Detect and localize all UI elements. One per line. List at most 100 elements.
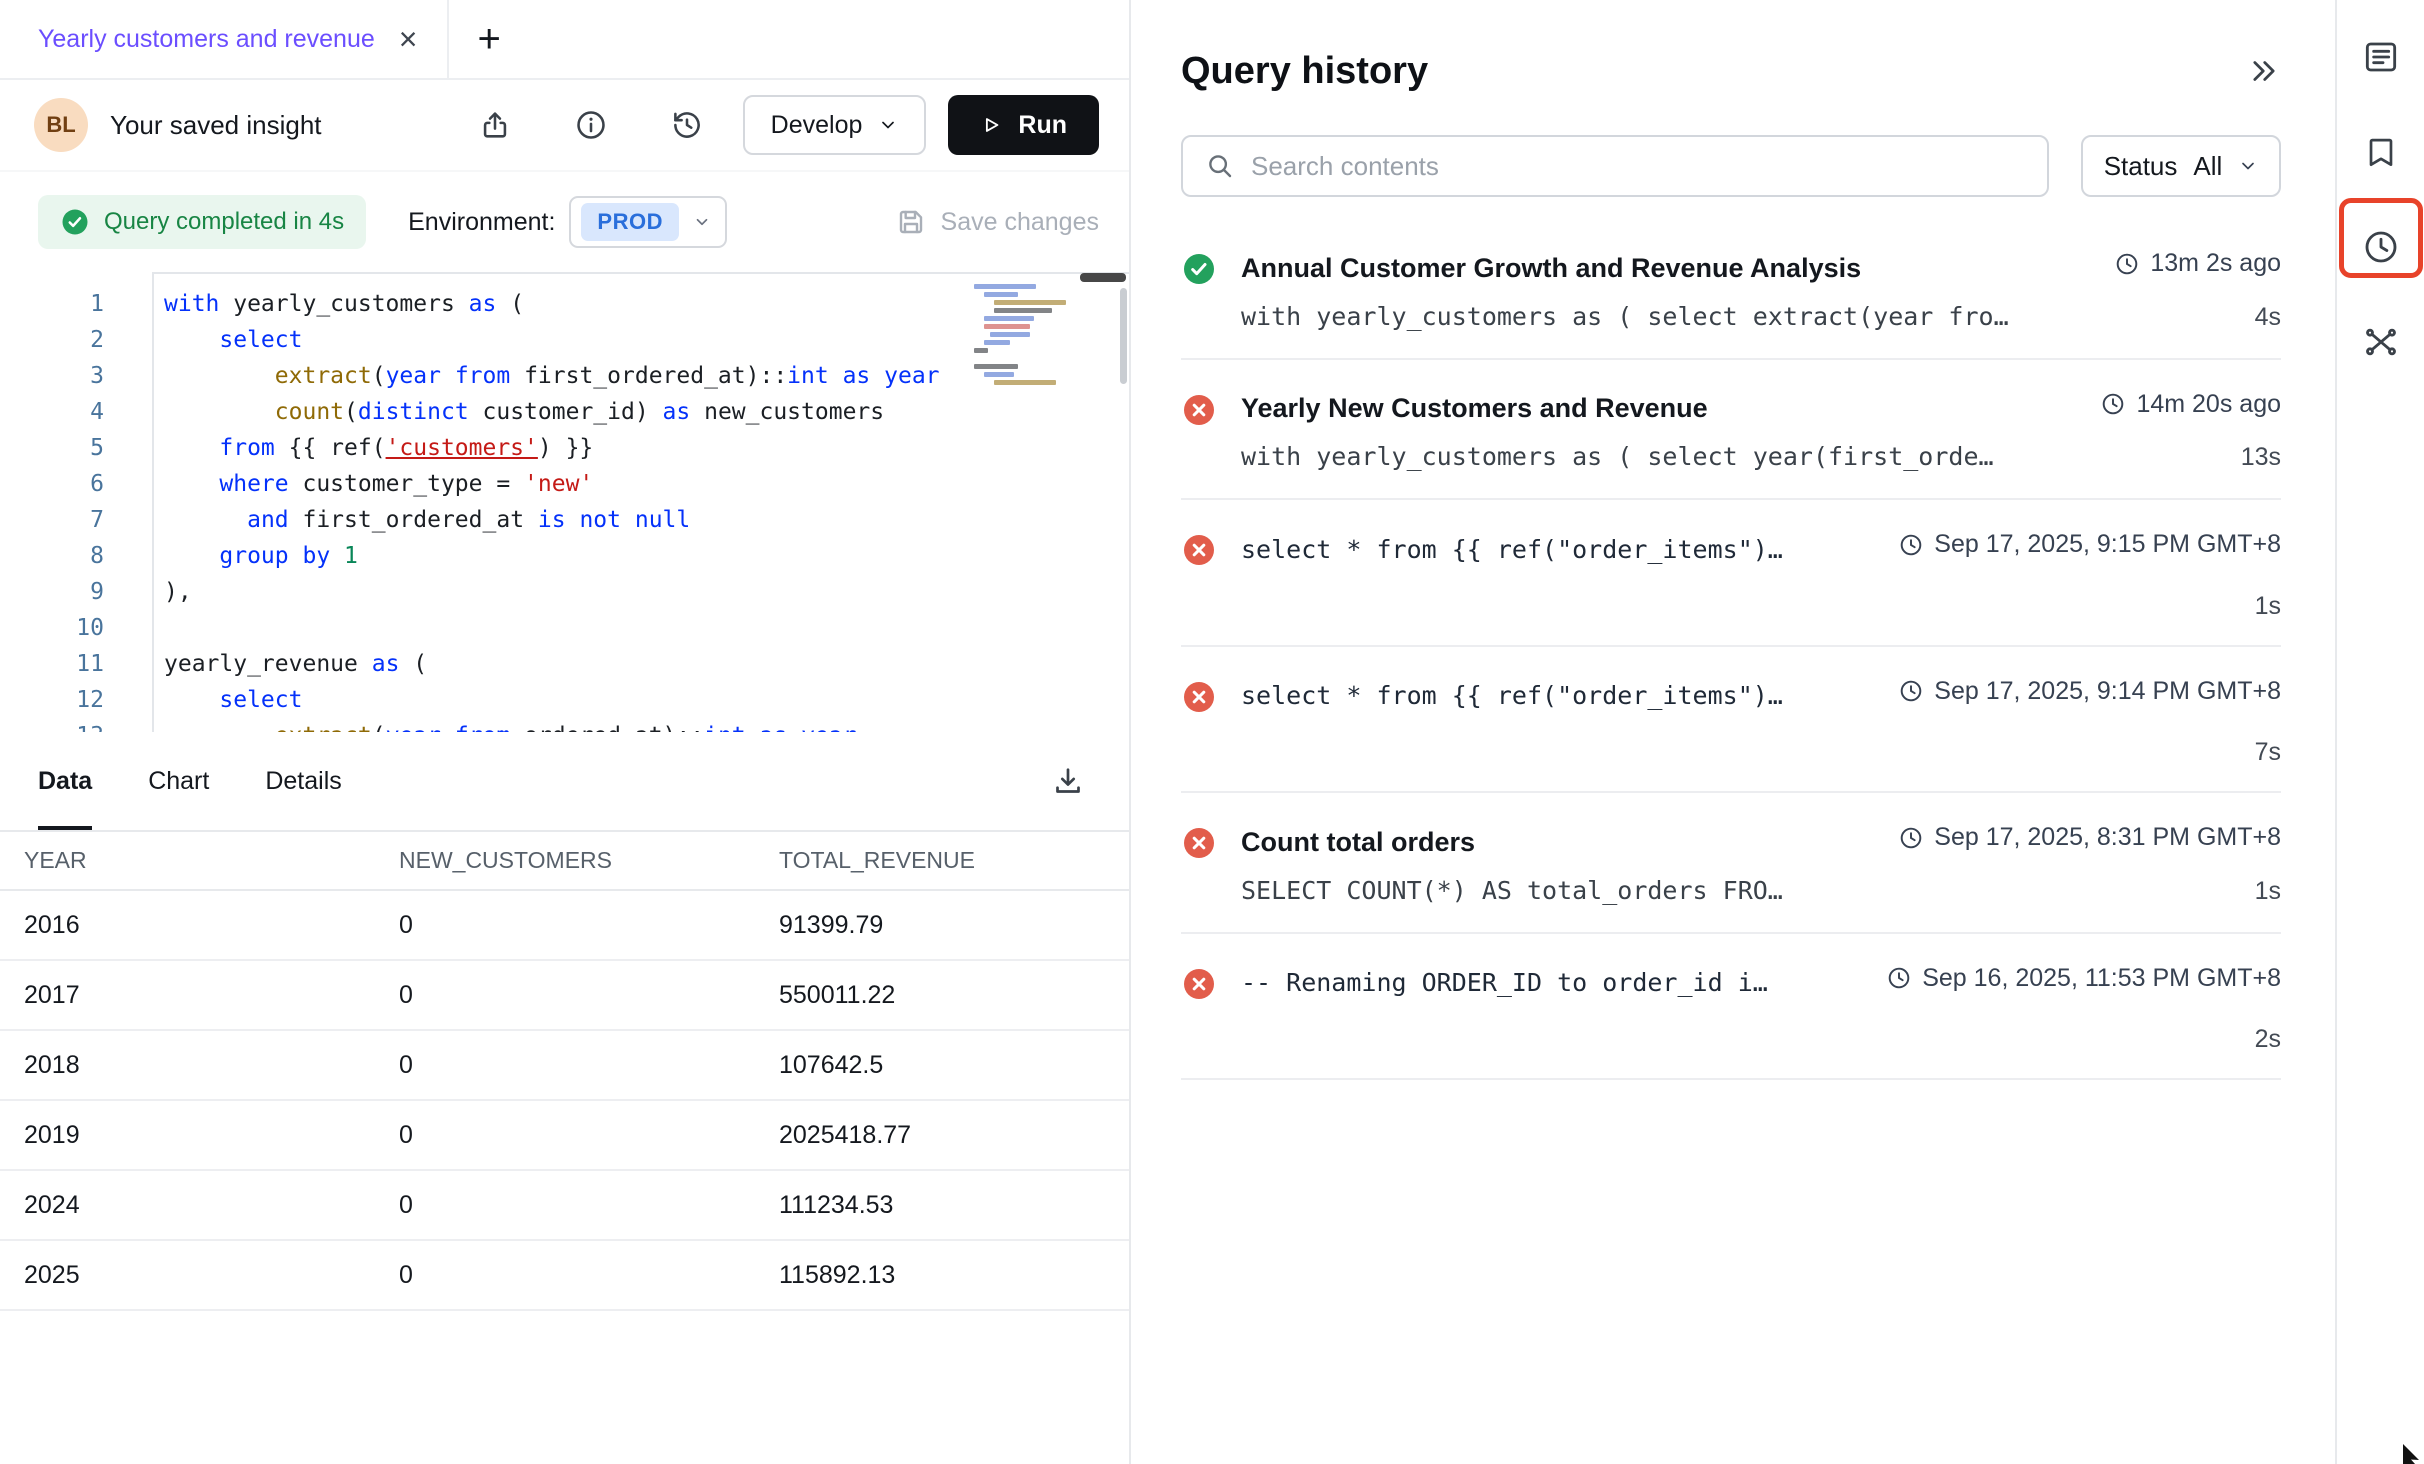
table-cell: 2025	[0, 1240, 399, 1310]
develop-dropdown[interactable]: Develop	[743, 95, 927, 155]
line-number: 9	[0, 574, 104, 610]
clock-icon	[1898, 678, 1924, 704]
share-button[interactable]	[473, 103, 517, 147]
chevron-down-icon	[878, 115, 898, 135]
history-filter-row: Status All	[1181, 135, 2281, 197]
line-number: 1	[0, 286, 104, 322]
status-error-icon	[1181, 532, 1217, 568]
info-button[interactable]	[569, 103, 613, 147]
line-number: 2	[0, 322, 104, 358]
bookmark-button[interactable]	[2350, 121, 2412, 183]
error-x-icon	[1181, 966, 1217, 1002]
history-item-title: select * from {{ ref("order_items")…	[1241, 535, 1783, 564]
table-row: 201902025418.77	[0, 1100, 1129, 1170]
history-item-duration: 2s	[2255, 1025, 2281, 1054]
tab-yearly-customers-and-revenue[interactable]: Yearly customers and revenue ×	[0, 0, 447, 78]
table-row: 20170550011.22	[0, 960, 1129, 1030]
query-status-text: Query completed in 4s	[104, 208, 344, 236]
doc-header: BL Your saved insight Develop Run	[0, 80, 1129, 172]
table-cell: 2018	[0, 1030, 399, 1100]
status-filter-dropdown[interactable]: Status All	[2081, 135, 2281, 197]
environment-label: Environment:	[408, 208, 555, 237]
status-filter-value: All	[2193, 151, 2222, 182]
column-header-year: YEAR	[0, 832, 399, 890]
run-label: Run	[1018, 111, 1067, 140]
save-changes-button[interactable]: Save changes	[895, 206, 1099, 238]
version-history-button[interactable]	[665, 103, 709, 147]
history-item-snippet: SELECT COUNT(*) AS total_orders FRO…	[1241, 876, 1783, 908]
query-history-header: Query history	[1181, 50, 2281, 93]
table-cell: 0	[399, 1240, 779, 1310]
history-item[interactable]: select * from {{ ref("order_items")…Sep …	[1181, 647, 2281, 792]
table-cell: 0	[399, 1030, 779, 1100]
query-history-button[interactable]	[2350, 216, 2412, 278]
tab-chart[interactable]: Chart	[148, 732, 209, 830]
status-success-icon	[1181, 251, 1217, 287]
success-check-icon	[1181, 251, 1217, 287]
notebook-list-button[interactable]	[2350, 26, 2412, 88]
table-cell: 2025418.77	[779, 1100, 1129, 1170]
play-icon	[980, 114, 1002, 136]
code-line	[164, 610, 1129, 646]
code-line: group by 1	[164, 538, 1129, 574]
lineage-icon	[2361, 322, 2401, 362]
status-error-icon	[1181, 392, 1217, 428]
status-filter-label: Status	[2104, 151, 2178, 182]
history-item[interactable]: Count total ordersSep 17, 2025, 8:31 PM …	[1181, 793, 2281, 932]
history-item[interactable]: Annual Customer Growth and Revenue Analy…	[1181, 219, 2281, 358]
table-cell: 115892.13	[779, 1240, 1129, 1310]
chevron-down-icon	[2238, 156, 2258, 176]
table-cell: 550011.22	[779, 960, 1129, 1030]
double-chevron-right-icon	[2247, 54, 2281, 88]
error-x-icon	[1181, 825, 1217, 861]
results-table-body: 2016091399.7920170550011.2220180107642.5…	[0, 890, 1129, 1310]
history-item[interactable]: select * from {{ ref("order_items")…Sep …	[1181, 500, 2281, 645]
tab-details[interactable]: Details	[265, 732, 341, 830]
code-line: and first_ordered_at is not null	[164, 502, 1129, 538]
environment-value-badge: PROD	[581, 203, 679, 241]
history-item[interactable]: Yearly New Customers and Revenue14m 20s …	[1181, 360, 2281, 499]
new-tab-button[interactable]: +	[477, 19, 500, 59]
history-item-time: 13m 2s ago	[2114, 249, 2281, 278]
close-icon[interactable]: ×	[399, 23, 418, 55]
code-line: select	[164, 682, 1129, 718]
table-cell: 107642.5	[779, 1030, 1129, 1100]
history-item[interactable]: -- Renaming ORDER_ID to order_id i…Sep 1…	[1181, 934, 2281, 1079]
search-input[interactable]	[1251, 151, 2025, 182]
history-item-duration: 4s	[2255, 303, 2281, 332]
status-error-icon	[1181, 679, 1217, 715]
collapse-panel-button[interactable]	[2247, 54, 2281, 91]
download-button[interactable]	[1045, 758, 1091, 804]
error-x-icon	[1181, 392, 1217, 428]
lineage-button[interactable]	[2350, 311, 2412, 373]
error-x-icon	[1181, 679, 1217, 715]
line-number: 4	[0, 394, 104, 430]
status-error-icon	[1181, 825, 1217, 861]
history-item-duration: 7s	[2255, 738, 2281, 767]
check-circle-icon	[60, 207, 90, 237]
history-item-title: Yearly New Customers and Revenue	[1241, 393, 1708, 424]
run-button[interactable]: Run	[948, 95, 1099, 155]
minimap-slider[interactable]	[1080, 273, 1126, 282]
share-icon	[478, 108, 512, 142]
info-icon	[574, 108, 608, 142]
chevron-down-icon	[693, 213, 711, 231]
line-number: 13	[0, 718, 104, 732]
history-item-title: Count total orders	[1241, 827, 1475, 858]
editor-scrollbar[interactable]	[1120, 288, 1127, 384]
code-line: yearly_revenue as (	[164, 646, 1129, 682]
history-item-duration: 1s	[2255, 877, 2281, 906]
environment-dropdown[interactable]: PROD	[569, 196, 727, 248]
line-number: 5	[0, 430, 104, 466]
tab-data[interactable]: Data	[38, 732, 92, 830]
table-row: 2016091399.79	[0, 890, 1129, 960]
code-line: extract(year from ordered_at)::int as ye…	[164, 718, 1129, 732]
line-number: 6	[0, 466, 104, 502]
table-row: 20240111234.53	[0, 1170, 1129, 1240]
clock-icon	[1898, 532, 1924, 558]
notebook-list-icon	[2361, 37, 2401, 77]
minimap[interactable]	[974, 282, 1086, 402]
divider	[447, 0, 449, 78]
query-history-panel: Query history Status All Annual Customer…	[1131, 0, 2335, 1464]
line-number: 7	[0, 502, 104, 538]
